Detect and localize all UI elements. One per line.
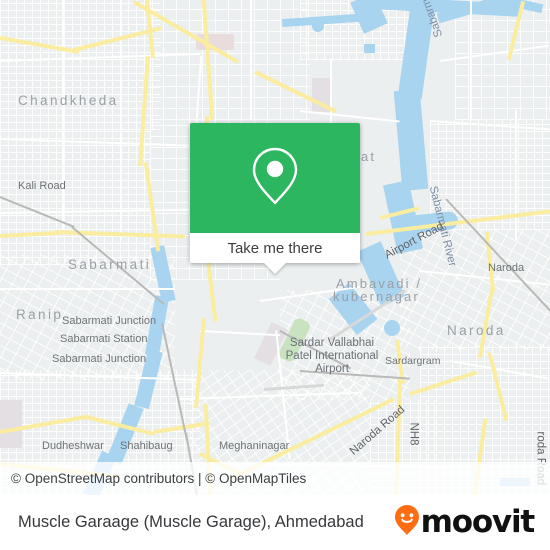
map-area-patch	[0, 400, 22, 448]
map-street-label: Kali Road	[18, 180, 66, 192]
map-urban-texture	[0, 125, 150, 265]
map-place-label: Naroda	[447, 323, 506, 338]
map-page: Chandkheda Sabarmati Ranip Naroda Ambava…	[0, 0, 550, 550]
map-poi-label-line: Sardar Vallabhai	[289, 337, 375, 349]
map-road	[470, 0, 472, 120]
map-road	[515, 110, 517, 240]
popup-action-bar[interactable]: Take me there	[190, 233, 360, 263]
popup-header	[190, 123, 360, 233]
map-street-label: Sabarmati Junction	[52, 353, 147, 365]
location-popup[interactable]: Take me there	[190, 123, 360, 274]
map-poi-label: Sardar Vallabhai Patel International Air…	[282, 337, 382, 376]
map-attribution-bar: © OpenStreetMap contributors | © OpenMap…	[0, 462, 550, 495]
moovit-logo[interactable]: moovit	[394, 504, 550, 541]
map-water	[384, 320, 400, 336]
map-urban-texture	[0, 0, 160, 130]
map-poi-label-line: Airport	[315, 363, 349, 375]
map-place-label: Sabarmati	[68, 257, 152, 272]
attribution-text[interactable]: © OpenStreetMap contributors | © OpenMap…	[0, 471, 306, 486]
map-road	[250, 0, 252, 120]
map-water	[312, 20, 324, 32]
map-place-label: kubernagar	[333, 289, 420, 304]
map-place-label: Ranip	[16, 307, 64, 322]
map-street-label: Meghaninagar	[219, 440, 290, 452]
map-poi-label-line: Patel International	[285, 350, 379, 362]
map-canvas[interactable]: Chandkheda Sabarmati Ranip Naroda Ambava…	[0, 0, 550, 495]
popup-pointer-tail	[264, 263, 286, 274]
moovit-wordmark: moovit	[420, 504, 536, 540]
map-street-label: Sabarmati Junction	[62, 315, 157, 327]
map-clipped-label: at	[361, 149, 377, 164]
map-street-label: Shahibaug	[120, 440, 173, 452]
map-road	[62, 0, 64, 230]
map-street-label: Sardargram	[385, 355, 441, 367]
map-water	[364, 44, 375, 53]
map-street-label: Dudheshwar	[42, 440, 104, 452]
map-street-label: Sabarmati Station	[60, 333, 148, 345]
page-footer: Muscle Garaage (Muscle Garage), Ahmedaba…	[0, 495, 550, 550]
map-road-label: NH8	[407, 422, 420, 446]
map-street-label: Naroda	[488, 262, 525, 274]
moovit-smiley-pin-icon	[394, 504, 420, 541]
map-pin-icon	[247, 144, 303, 213]
take-me-there-label: Take me there	[227, 239, 323, 257]
map-place-label: Chandkheda	[18, 93, 119, 108]
page-title: Muscle Garaage (Muscle Garage), Ahmedaba…	[18, 513, 364, 531]
